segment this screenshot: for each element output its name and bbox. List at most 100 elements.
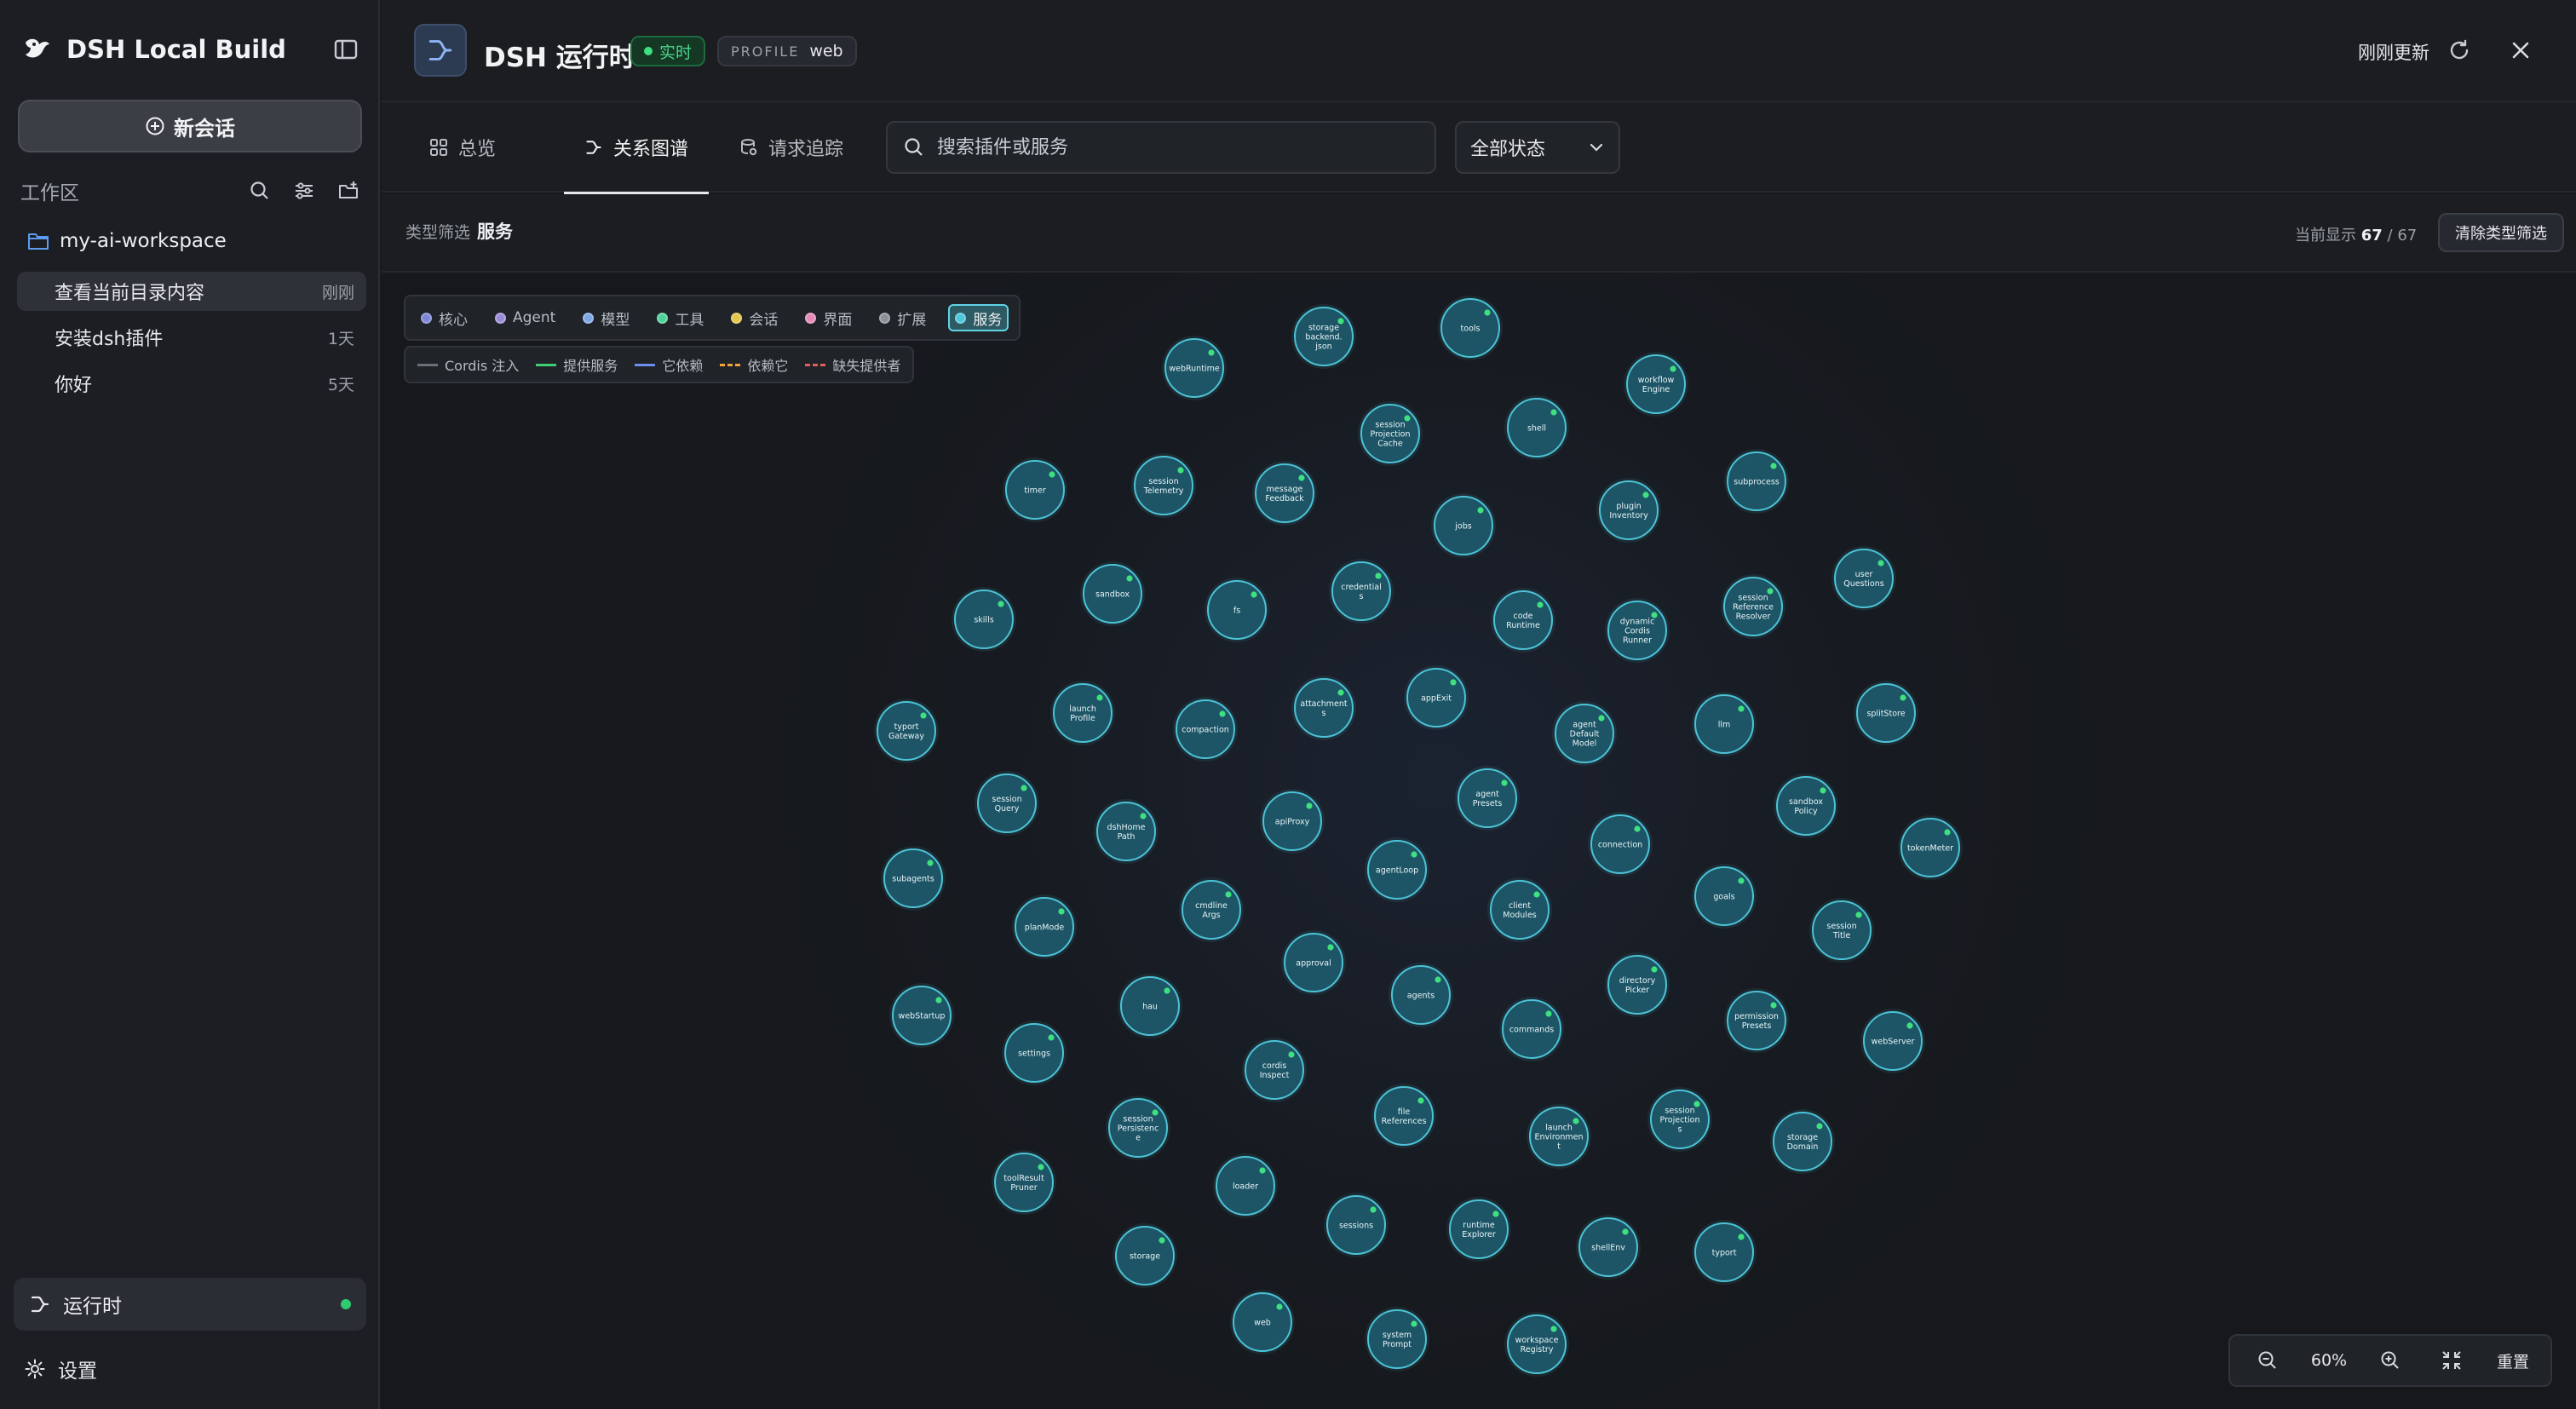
graph-node[interactable]: sessionProjections [1647, 1087, 1712, 1152]
graph-node[interactable]: subprocess [1724, 449, 1789, 514]
reset-view-button[interactable]: 重置 [2494, 1342, 2532, 1379]
search-icon[interactable] [247, 178, 273, 204]
graph-node[interactable]: shell [1504, 395, 1569, 460]
graph-node[interactable]: sessionTitle [1809, 898, 1874, 963]
search-field[interactable] [886, 121, 1436, 174]
type-chip[interactable]: 模型 [578, 304, 635, 331]
new-session-button[interactable]: 新会话 [18, 100, 362, 152]
graph-node[interactable]: credentials [1329, 559, 1394, 624]
graph-node[interactable]: toolResultPruner [992, 1150, 1056, 1215]
graph-node[interactable]: dshHomePath [1094, 799, 1159, 864]
graph-node[interactable]: commands [1499, 997, 1564, 1061]
type-chip[interactable]: 会话 [726, 304, 783, 331]
search-input[interactable] [937, 136, 1414, 158]
graph-node[interactable]: skills [952, 587, 1016, 652]
close-icon[interactable] [2504, 34, 2537, 66]
graph-node[interactable]: pluginInventory [1596, 478, 1661, 543]
graph-node[interactable]: loader [1213, 1153, 1278, 1218]
graph-node[interactable]: launchEnvironment [1527, 1104, 1591, 1169]
graph-node[interactable]: cmdlineArgs [1179, 877, 1244, 942]
graph-node[interactable]: appExit [1404, 665, 1469, 730]
graph-node[interactable]: sessions [1324, 1193, 1389, 1257]
type-chip[interactable]: Agent [490, 304, 561, 331]
tab-graph[interactable]: 关系图谱 [564, 102, 710, 194]
graph-node[interactable]: webRuntime [1162, 336, 1227, 400]
graph-node[interactable]: tokenMeter [1898, 815, 1963, 880]
graph-node[interactable]: storagebackend.json [1291, 304, 1356, 369]
graph-node[interactable]: fs [1205, 578, 1269, 642]
graph-node[interactable]: sessionPersistence [1106, 1096, 1170, 1160]
graph-node[interactable]: connection [1588, 812, 1653, 877]
graph-node[interactable]: workspaceRegistry [1504, 1312, 1569, 1377]
graph-node[interactable]: splitStore [1854, 681, 1918, 745]
graph-node[interactable]: tools [1438, 296, 1503, 360]
graph-node[interactable]: codeRuntime [1491, 588, 1555, 653]
graph-node[interactable]: runtimeExplorer [1446, 1197, 1511, 1262]
graph-node[interactable]: typortGateway [874, 699, 939, 763]
tab-overview[interactable]: 总览 [429, 102, 496, 193]
graph-node[interactable]: webStartup [889, 983, 954, 1048]
graph-node[interactable]: approval [1281, 930, 1346, 995]
type-chip[interactable]: 界面 [800, 304, 857, 331]
type-chip[interactable]: 扩展 [874, 304, 931, 331]
graph-node[interactable]: agentLoop [1365, 837, 1429, 902]
graph-node[interactable]: web [1230, 1290, 1295, 1354]
session-item[interactable]: 你好 5天 [17, 364, 366, 403]
sidebar-item-settings[interactable]: 设置 [24, 1354, 97, 1383]
type-chip[interactable]: 核心 [416, 304, 473, 331]
tab-trace[interactable]: 请求追踪 [739, 102, 843, 193]
filter-sliders-icon[interactable] [291, 178, 317, 204]
graph-node[interactable]: agentPresets [1455, 766, 1520, 831]
graph-node[interactable]: llm [1692, 692, 1757, 756]
graph-node[interactable]: planMode [1012, 894, 1077, 959]
relation-graph[interactable]: storage backend. json tools webRuntime workfl… [382, 274, 2576, 1409]
fit-view-icon[interactable] [2433, 1342, 2470, 1379]
type-chip[interactable]: 工具 [652, 304, 709, 331]
graph-node[interactable]: timer [1003, 457, 1067, 522]
workspace-folder[interactable]: my-ai-workspace [27, 230, 227, 252]
status-select[interactable]: 全部状态 [1455, 121, 1620, 174]
graph-node[interactable]: sandbox [1080, 561, 1145, 626]
refresh-icon[interactable] [2443, 34, 2475, 66]
zoom-out-icon[interactable] [2249, 1342, 2286, 1379]
graph-node[interactable]: typort [1692, 1220, 1757, 1285]
graph-node[interactable]: settings [1002, 1021, 1067, 1085]
graph-node[interactable]: goals [1692, 864, 1757, 929]
graph-node[interactable]: permissionPresets [1724, 988, 1789, 1053]
graph-node[interactable]: userQuestions [1831, 546, 1896, 611]
graph-node[interactable]: webServer [1860, 1009, 1925, 1073]
graph-node[interactable]: clientModules [1487, 877, 1552, 942]
graph-node[interactable]: directoryPicker [1605, 952, 1670, 1017]
graph-node[interactable]: systemPrompt [1365, 1307, 1429, 1372]
graph-node[interactable]: cordisInspect [1242, 1038, 1307, 1102]
zoom-in-icon[interactable] [2372, 1342, 2409, 1379]
graph-node[interactable]: dynamicCordisRunner [1605, 598, 1670, 663]
graph-node[interactable]: sessionQuery [975, 771, 1039, 836]
graph-node[interactable]: fileReferences [1371, 1084, 1436, 1148]
type-chip[interactable]: 服务 [948, 304, 1009, 331]
graph-node[interactable]: messageFeedback [1252, 461, 1317, 526]
graph-node[interactable]: hau [1118, 974, 1182, 1038]
graph-canvas[interactable]: storagebackend.json tools webRuntime workfl… [382, 274, 2576, 1409]
graph-node[interactable]: sandboxPolicy [1774, 774, 1838, 838]
session-item[interactable]: 安装dsh插件 1天 [17, 318, 366, 357]
sidebar-toggle-icon[interactable] [331, 34, 361, 65]
graph-node[interactable]: compaction [1173, 697, 1238, 762]
clear-type-filter-button[interactable]: 清除类型筛选 [2438, 213, 2564, 252]
graph-node[interactable]: storageDomain [1770, 1109, 1835, 1174]
sidebar-item-runtime[interactable]: 运行时 [14, 1278, 366, 1331]
graph-node[interactable]: agentDefaultModel [1552, 701, 1617, 766]
graph-node[interactable]: subagents [881, 846, 946, 911]
graph-node[interactable]: workflowEngine [1624, 352, 1688, 417]
graph-node[interactable]: sessionTelemetry [1131, 453, 1196, 518]
graph-node[interactable]: launchProfile [1050, 681, 1115, 745]
graph-node[interactable]: storage [1113, 1223, 1177, 1288]
graph-node[interactable]: apiProxy [1260, 789, 1325, 854]
graph-node[interactable]: sessionProjectionCache [1358, 401, 1423, 466]
graph-node[interactable]: sessionReferenceResolver [1721, 574, 1785, 639]
new-folder-icon[interactable] [336, 178, 361, 204]
graph-node[interactable]: attachments [1291, 676, 1356, 740]
session-item[interactable]: 查看当前目录内容 刚刚 [17, 272, 366, 311]
graph-node[interactable]: agents [1389, 963, 1453, 1027]
graph-node[interactable]: shellEnv [1576, 1215, 1641, 1280]
